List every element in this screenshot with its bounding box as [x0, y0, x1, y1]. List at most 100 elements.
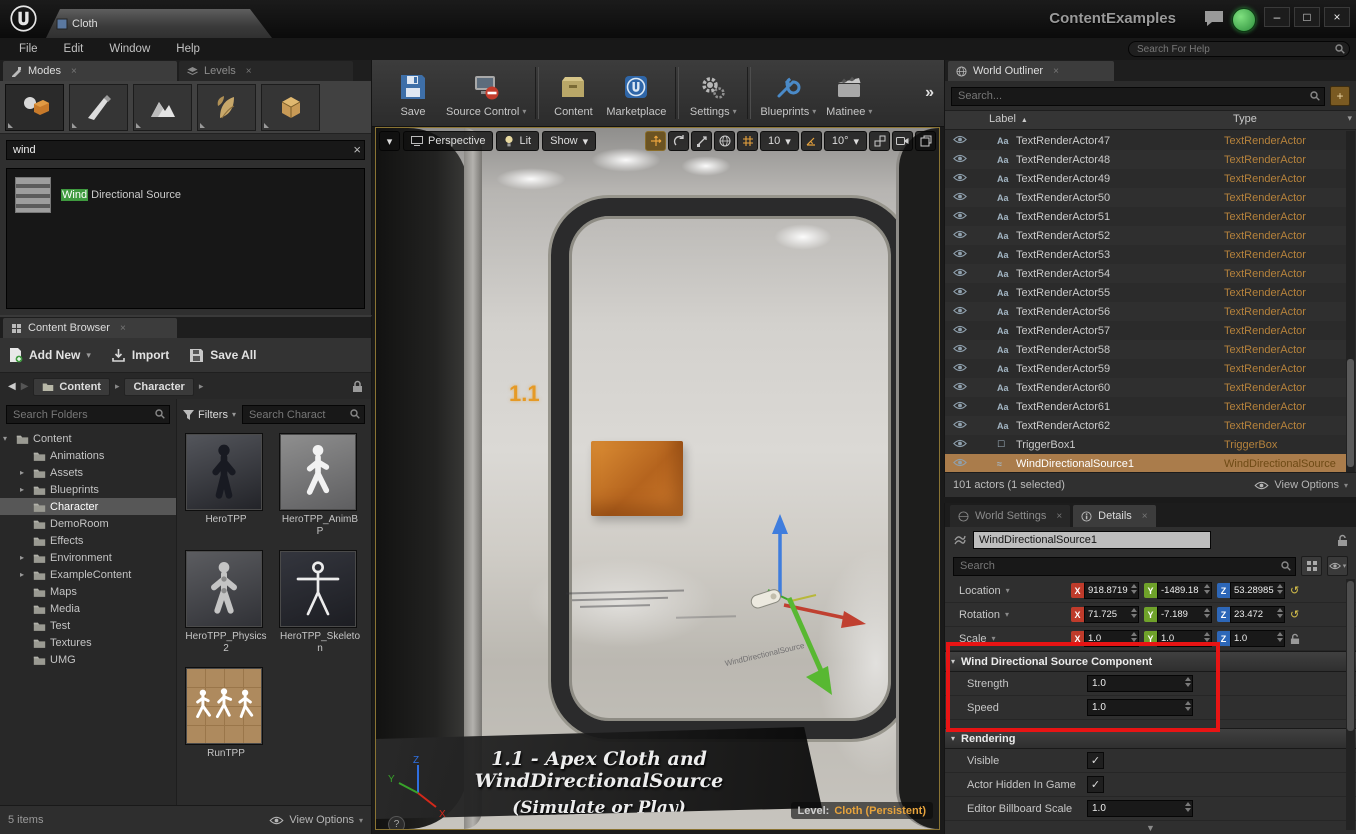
add-new-button[interactable]: Add New — [8, 347, 91, 363]
menu-item[interactable]: Edit — [51, 43, 97, 55]
collapse-arrow-icon[interactable] — [951, 734, 955, 743]
close-tab-icon[interactable] — [71, 66, 77, 77]
world-local-space-button[interactable] — [714, 131, 736, 151]
value-spinner[interactable] — [1277, 632, 1283, 642]
marketplace-button[interactable]: Marketplace — [602, 69, 670, 118]
outliner-row[interactable]: ☐ TriggerBox1 TriggerBox — [945, 435, 1346, 454]
outliner-row[interactable]: Aa TextRenderActor62 TextRenderActor — [945, 416, 1346, 435]
visibility-toggle[interactable] — [953, 401, 971, 413]
display-filter-button[interactable] — [1327, 556, 1348, 576]
wind-source-billboard[interactable] — [750, 588, 783, 610]
value-spinner[interactable] — [1131, 632, 1137, 642]
expand-arrow-icon[interactable] — [20, 485, 29, 494]
close-tab-icon[interactable] — [1142, 511, 1148, 522]
outliner-row[interactable]: ≈ WindDirectionalSource1 WindDirectional… — [945, 454, 1346, 473]
location-y-value[interactable]: -1489.18 — [1161, 585, 1199, 596]
modes-search-input[interactable] — [6, 140, 365, 160]
outliner-row[interactable]: Aa TextRenderActor55 TextRenderActor — [945, 283, 1346, 302]
visibility-toggle[interactable] — [953, 306, 971, 318]
lock-icon[interactable] — [1337, 534, 1348, 547]
rendering-section-header[interactable]: Rendering — [945, 728, 1356, 749]
mode-geometry-button[interactable] — [261, 83, 320, 131]
folder-tree-item[interactable]: Character — [0, 498, 176, 515]
maximize-button[interactable] — [1294, 7, 1320, 27]
type-column-header[interactable]: Type — [1233, 113, 1257, 125]
outliner-row[interactable]: Aa TextRenderActor51 TextRenderActor — [945, 207, 1346, 226]
show-flags-button[interactable]: Show — [542, 131, 597, 151]
visibility-toggle[interactable] — [953, 230, 971, 242]
speed-value[interactable]: 1.0 — [1092, 702, 1106, 713]
rotate-tool-button[interactable] — [668, 131, 690, 151]
tab-world-settings[interactable]: World Settings — [950, 505, 1071, 527]
visibility-toggle[interactable] — [953, 154, 971, 166]
settings-button[interactable]: Settings — [684, 69, 742, 118]
tab-levels[interactable]: Levels — [179, 61, 353, 81]
visibility-toggle[interactable] — [953, 344, 971, 356]
tab-world-outliner[interactable]: World Outliner — [948, 61, 1114, 81]
value-spinner[interactable] — [1277, 608, 1283, 618]
visibility-toggle[interactable] — [953, 192, 971, 204]
rotation-y-value[interactable]: -7.189 — [1161, 609, 1188, 620]
outliner-row[interactable]: Aa TextRenderActor47 TextRenderActor — [945, 131, 1346, 150]
asset-item[interactable]: RunTPP — [185, 667, 267, 760]
community-status-icon[interactable] — [1232, 8, 1256, 32]
forward-button[interactable] — [21, 381, 29, 392]
save-all-button[interactable]: Save All — [189, 348, 256, 363]
more-properties-indicator[interactable] — [945, 821, 1356, 834]
level-document-tab[interactable]: Cloth — [46, 9, 272, 38]
visibility-toggle[interactable] — [953, 211, 971, 223]
visibility-toggle[interactable] — [953, 382, 971, 394]
expand-arrow-icon[interactable] — [20, 570, 29, 579]
maximize-viewport-button[interactable] — [915, 131, 936, 151]
close-tab-icon[interactable] — [246, 66, 252, 77]
wind-directional-source-result[interactable]: Wind Directional Source — [7, 169, 364, 221]
rotation-snap-toggle[interactable] — [800, 131, 822, 151]
scale-x-value[interactable]: 1.0 — [1088, 633, 1101, 644]
actor-hidden-checkbox[interactable] — [1087, 776, 1104, 793]
location-z-field[interactable]: Z 53.28985 — [1217, 582, 1285, 599]
visibility-toggle[interactable] — [953, 268, 971, 280]
view-options-button[interactable]: View Options — [269, 814, 363, 826]
visibility-toggle[interactable] — [953, 439, 971, 451]
outliner-row[interactable]: Aa TextRenderActor53 TextRenderActor — [945, 245, 1346, 264]
toolbar-overflow-button[interactable] — [925, 84, 934, 102]
expand-arrow-icon[interactable] — [20, 553, 29, 562]
reset-to-default-icon[interactable] — [1290, 608, 1299, 621]
value-spinner[interactable] — [1204, 584, 1210, 594]
outliner-row[interactable]: Aa TextRenderActor61 TextRenderActor — [945, 397, 1346, 416]
folder-tree-item[interactable]: Blueprints — [0, 481, 176, 498]
menu-item[interactable]: File — [6, 43, 51, 55]
visible-checkbox[interactable] — [1087, 752, 1104, 769]
location-x-field[interactable]: X 918.8719 — [1071, 582, 1139, 599]
outliner-row[interactable]: Aa TextRenderActor48 TextRenderActor — [945, 150, 1346, 169]
scale-lock-icon[interactable] — [1290, 633, 1300, 645]
folder-tree-item[interactable]: ExampleContent — [0, 566, 176, 583]
asset-item[interactable]: HeroTPP_Skeleton — [279, 550, 361, 655]
value-spinner[interactable] — [1131, 608, 1137, 618]
close-button[interactable] — [1324, 7, 1350, 27]
menu-item[interactable]: Window — [96, 43, 163, 55]
source-control-button[interactable]: Source Control — [442, 69, 530, 118]
scale-y-field[interactable]: Y 1.0 — [1144, 630, 1212, 647]
close-tab-icon[interactable] — [1053, 66, 1059, 77]
visibility-toggle[interactable] — [953, 287, 971, 299]
location-x-value[interactable]: 918.8719 — [1088, 585, 1128, 596]
billboard-scale-field[interactable]: 1.0 — [1087, 800, 1193, 817]
scale-z-value[interactable]: 1.0 — [1234, 633, 1247, 644]
close-tab-icon[interactable] — [1056, 511, 1062, 522]
strength-field[interactable]: 1.0 — [1087, 675, 1193, 692]
gizmo-x-arrowhead[interactable] — [841, 611, 866, 628]
billboard-scale-value[interactable]: 1.0 — [1092, 803, 1106, 814]
folder-tree-item[interactable]: Environment — [0, 549, 176, 566]
visibility-toggle[interactable] — [953, 325, 971, 337]
asset-item[interactable]: HeroTPP_Physics2 — [185, 550, 267, 655]
outliner-row[interactable]: Aa TextRenderActor60 TextRenderActor — [945, 378, 1346, 397]
wind-gizmo[interactable] — [376, 128, 939, 829]
location-label[interactable]: Location — [959, 585, 1071, 597]
folder-tree-item[interactable]: Content — [0, 430, 176, 447]
matinee-button[interactable]: Matinee — [820, 69, 878, 118]
clear-search-icon[interactable] — [353, 142, 361, 157]
folder-search-input[interactable] — [6, 405, 170, 424]
minimize-button[interactable] — [1264, 7, 1290, 27]
tab-content-browser[interactable]: Content Browser — [3, 318, 177, 338]
